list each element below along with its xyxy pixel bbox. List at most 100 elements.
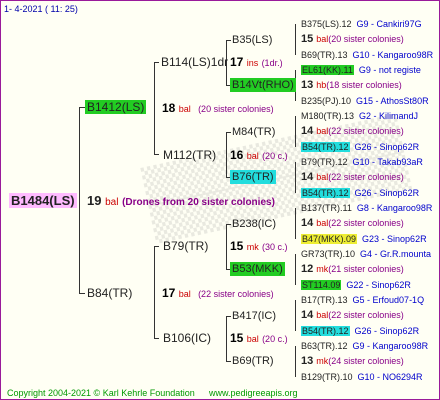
queen-b79[interactable]: B79(TR) xyxy=(163,239,208,253)
bal: hb xyxy=(316,80,327,91)
lineage: G15 - AthosSt80R xyxy=(356,95,429,106)
gen4-queen-row[interactable]: M180(TR).13 G2 - KilimandJ xyxy=(301,109,418,123)
gen4-stats-row: 14 bal(22 sister colonies) xyxy=(301,216,404,230)
queen-b106[interactable]: B106(IC) xyxy=(163,331,211,345)
queen-id[interactable]: B235(PJ).10 xyxy=(301,96,351,106)
queen-id[interactable]: ST114.09 xyxy=(301,279,342,290)
lineage: G26 - Sinop62R xyxy=(354,325,420,336)
queen-m112[interactable]: M112(TR) xyxy=(163,148,216,162)
gen4-stats-row: 14 bal(22 sister colonies) xyxy=(301,308,404,322)
connector xyxy=(295,116,296,147)
root-count: 19 xyxy=(87,193,102,208)
queen-id[interactable]: B54(TR).12 xyxy=(301,141,350,152)
queen-b53[interactable]: B53(MKK) xyxy=(230,262,285,276)
gen4-queen-row[interactable]: B235(PJ).10 G15 - AthosSt80R xyxy=(301,94,429,108)
bal: bal xyxy=(316,34,329,45)
pedigree-frame: ▒▒▒▒▒▒▒▒▒▒ ▒▒▒▒▒▒▒▒▒▒ 1- 4-2021 ( 11: 25)… xyxy=(0,0,440,400)
bal: bal xyxy=(316,218,329,229)
queen-id[interactable]: B54(TR).12 xyxy=(301,325,350,336)
gen4-queen-row[interactable]: B54(TR).12 G26 - Sinop62R xyxy=(301,324,419,338)
connector xyxy=(154,62,155,155)
gen4-queen-row[interactable]: B137(TR).11 G8 - Kangaroo98R xyxy=(301,201,432,215)
count: 17 xyxy=(230,55,244,69)
connector xyxy=(226,132,231,133)
lineage: G2 - KilimandJ xyxy=(359,111,419,121)
queen-id[interactable]: B54(TR).12 xyxy=(301,187,350,198)
queen-b76[interactable]: B76(TR) xyxy=(230,170,276,184)
gen4-queen-row[interactable]: B54(TR).12 G26 - Sinop62R xyxy=(301,140,419,154)
queen-id[interactable]: B129(TR).10 xyxy=(301,372,353,382)
queen-m84[interactable]: M84(TR) xyxy=(232,125,275,139)
note: (20 sister colonies) xyxy=(328,34,404,45)
gen4-queen-row[interactable]: B79(TR).12 G10 - Takab93aR xyxy=(301,155,423,169)
connector xyxy=(154,62,159,63)
queen-id[interactable]: B79(TR).12 xyxy=(301,157,348,167)
gen4-queen-row[interactable]: GR73(TR).10 G4 - Gr.R.mounta xyxy=(301,247,431,261)
bal: bal xyxy=(316,126,329,137)
connector xyxy=(154,246,159,247)
gen4-queen-row[interactable]: B17(TR).13 G5 - Erfoud07-1Q xyxy=(301,293,424,307)
connector xyxy=(295,208,296,239)
root-bal: bal xyxy=(105,197,119,208)
queen-b238[interactable]: B238(IC) xyxy=(232,217,276,231)
queen-id[interactable]: M180(TR).13 xyxy=(301,111,354,121)
footer-copyright: Copyright 2004-2021 © Karl Kehrle Founda… xyxy=(7,388,195,398)
connector xyxy=(295,24,296,55)
connector xyxy=(226,361,231,362)
connector xyxy=(154,246,155,339)
bal: bal xyxy=(178,104,191,114)
bal: bal xyxy=(246,334,259,344)
queen-id[interactable]: B63(TR).12 xyxy=(301,341,348,351)
gen4-queen-row[interactable]: B129(TR).10 G10 - NO6294R xyxy=(301,370,423,384)
bal: mk xyxy=(316,264,329,275)
footer-site[interactable]: www.pedigreeapis.org xyxy=(209,386,298,399)
gen4-stats-row: 13 mk(24 sister colonies) xyxy=(301,354,404,368)
count: 17 xyxy=(162,286,176,300)
bal: ins xyxy=(246,58,259,68)
note: (30 c.) xyxy=(262,242,288,252)
note: (20 c.) xyxy=(262,151,288,161)
queen-id[interactable]: EL61(KK).11 xyxy=(301,65,354,75)
gen4-queen-row[interactable]: B375(LS).12 G9 - Cankiri97G xyxy=(301,17,422,31)
queen-id[interactable]: B47(MKK).09 xyxy=(301,233,358,244)
queen-b35[interactable]: B35(LS) xyxy=(232,33,272,47)
gen4-queen-row[interactable]: B63(TR).12 G9 - Kangaroo98R xyxy=(301,339,428,353)
connector xyxy=(79,293,85,294)
gen4-queen-row[interactable]: B69(TR).13 G10 - Kangaroo98R xyxy=(301,48,433,62)
queen-b84[interactable]: B84(TR) xyxy=(87,286,132,300)
connector xyxy=(295,162,296,193)
connector xyxy=(226,316,231,317)
lineage: G23 - Sinop62R xyxy=(362,233,427,244)
gen4-queen-row[interactable]: ST114.09 G22 - Sinop62R xyxy=(301,278,411,292)
gen4-queen-row[interactable]: B47(MKK).09 G23 - Sinop62R xyxy=(301,232,427,246)
lineage: G10 - Takab93aR xyxy=(352,157,423,167)
gen4-stats-row: 14 bal(22 sister colonies) xyxy=(301,170,404,184)
note: (20 sister colonies) xyxy=(198,104,274,114)
queen-id[interactable]: B137(TR).11 xyxy=(301,203,352,213)
queen-b69[interactable]: B69(TR) xyxy=(232,354,274,368)
note: (21 sister colonies) xyxy=(328,264,404,275)
lineage: G10 - NO6294R xyxy=(357,371,423,382)
queen-id[interactable]: B375(LS).12 xyxy=(301,19,352,29)
count: 15 xyxy=(230,331,244,345)
root-queen[interactable]: B1484(LS) xyxy=(9,193,77,208)
stats-m112: 16 bal (20 c.) xyxy=(230,148,288,163)
queen-b114[interactable]: B114(LS)1dr xyxy=(161,55,228,69)
queen-b417[interactable]: B417(IC) xyxy=(232,309,276,323)
connector xyxy=(154,338,159,339)
queen-id[interactable]: B17(TR).13 xyxy=(301,295,348,305)
connector xyxy=(79,107,80,294)
note: (24 sister colonies) xyxy=(328,356,404,367)
bal: mk xyxy=(316,356,329,367)
queen-id[interactable]: B69(TR).13 xyxy=(301,50,348,60)
lineage: G9 - Kangaroo98R xyxy=(352,340,429,351)
lineage: G9 - Cankiri97G xyxy=(356,19,422,29)
queen-id[interactable]: GR73(TR).10 xyxy=(301,249,355,259)
count: 15 xyxy=(301,33,314,46)
connector xyxy=(295,254,296,285)
gen4-queen-row[interactable]: B54(TR).12 G26 - Sinop62R xyxy=(301,186,419,200)
gen4-queen-row[interactable]: EL61(KK).11 G9 - not registe xyxy=(301,63,421,77)
queen-b14vt[interactable]: B14Vt(RHO) xyxy=(230,78,296,92)
note: (22 sister colonies) xyxy=(328,126,404,137)
queen-b1412[interactable]: B1412(LS) xyxy=(85,100,147,114)
